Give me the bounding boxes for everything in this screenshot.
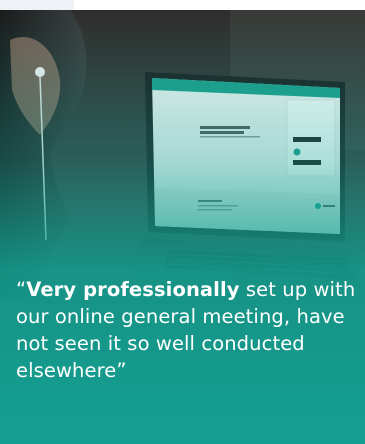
testimonial-card: “Very professionally set up with our onl… [0, 10, 365, 444]
close-quote-mark: ” [116, 359, 127, 382]
testimonial-quote: “Very professionally set up with our onl… [16, 276, 356, 384]
quote-emphasis: Very professionally [26, 278, 240, 301]
open-quote-mark: “ [16, 278, 27, 301]
